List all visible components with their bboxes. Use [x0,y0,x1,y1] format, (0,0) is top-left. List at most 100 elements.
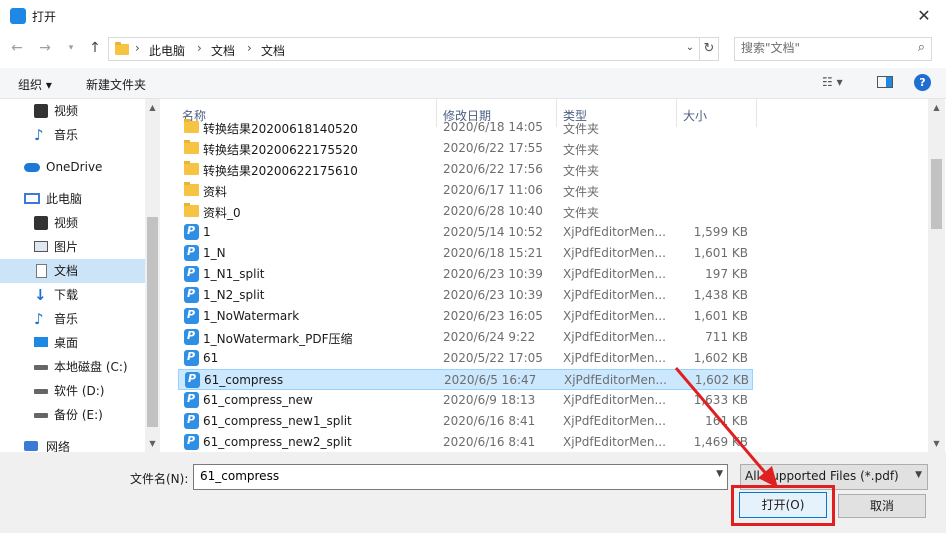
view-options-icon[interactable]: ☷ ▾ [822,75,843,89]
folder-icon [184,203,199,219]
nav-item-videos-quick[interactable]: 视频 [0,99,145,123]
nav-item-this-pc[interactable]: 此电脑 [0,187,145,211]
file-list: ^ 名称 修改日期 类型 大小 转换结果20200618140520 2020/6… [160,99,927,452]
file-row[interactable]: 资料_0 2020/6/28 10:40 文件夹 [178,201,753,222]
file-row[interactable]: 资料 2020/6/17 11:06 文件夹 [178,180,753,201]
nav-item-videos[interactable]: 视频 [0,211,145,235]
preview-pane-icon[interactable] [877,76,893,88]
help-icon[interactable]: ? [914,74,931,91]
folder-icon [115,42,129,55]
scroll-down-arrow-icon[interactable]: ▼ [145,439,160,448]
breadcrumb-documents-sub[interactable]: 文档 [261,42,285,59]
back-arrow-icon[interactable]: ← [8,38,26,58]
search-box[interactable]: ⌕ [734,37,932,61]
file-name: 转换结果20200622175610 [203,164,358,178]
up-arrow-icon[interactable]: ↑ [86,38,104,58]
file-name: 1 [203,225,211,239]
file-list-scrollbar[interactable]: ▲ ▼ [928,99,945,452]
drive-icon [34,413,48,418]
file-type: XjPdfEditorMen... [563,435,666,449]
address-bar[interactable]: › 此电脑 › 文档 › 文档 [108,37,700,61]
file-name: 转换结果20200618140520 [203,122,358,136]
sort-ascending-icon: ^ [302,99,310,106]
annotation-highlight-box [731,485,835,526]
file-row[interactable]: 1_N 2020/6/18 15:21 XjPdfEditorMen... 1,601… [178,243,753,264]
network-icon [24,441,38,451]
file-row[interactable]: 转换结果20200618140520 2020/6/18 14:05 文件夹 [178,117,753,138]
file-row[interactable]: 转换结果20200622175520 2020/6/22 17:55 文件夹 [178,138,753,159]
nav-item-drive-e[interactable]: 备份 (E:) [0,403,145,427]
file-type: 文件夹 [563,164,600,178]
nav-item-documents[interactable]: 文档 [0,259,145,283]
file-row[interactable]: 1_N2_split 2020/6/23 10:39 XjPdfEditorMen.… [178,285,753,306]
nav-item-downloads[interactable]: ↓ 下载 [0,283,145,307]
file-row[interactable]: 61 2020/5/22 17:05 XjPdfEditorMen... 1,602 … [178,348,753,369]
cloud-icon [24,163,40,172]
close-icon[interactable]: ✕ [912,4,936,28]
nav-scrollbar[interactable]: ▲ ▼ [145,99,160,452]
search-icon[interactable]: ⌕ [918,40,925,55]
nav-item-pictures[interactable]: 图片 [0,235,145,259]
cancel-button[interactable]: 取消 [838,494,926,518]
file-row[interactable]: 61_compress_new2_split 2020/6/16 8:41 XjPd… [178,432,753,452]
file-size: 1,469 KB [693,435,748,449]
scroll-down-arrow-icon[interactable]: ▼ [929,439,944,448]
nav-scrollbar-thumb[interactable] [147,217,158,427]
organize-menu[interactable]: 组织 ▾ [18,76,52,93]
nav-item-music-quick[interactable]: ♪ 音乐 [0,123,145,147]
nav-item-desktop[interactable]: 桌面 [0,331,145,355]
file-row[interactable]: 61_compress_new 2020/6/9 18:13 XjPdfEditor… [178,390,753,411]
file-row[interactable]: 转换结果20200622175610 2020/6/22 17:56 文件夹 [178,159,753,180]
file-row[interactable]: 61_compress 2020/6/5 16:47 XjPdfEditorMen.… [178,369,753,390]
chevron-down-icon[interactable]: ▼ [915,470,922,480]
file-date: 2020/5/14 10:52 [443,225,543,239]
nav-item-network[interactable]: 网络 [0,435,145,452]
filename-combobox[interactable]: ▼ [193,464,728,490]
forward-arrow-icon[interactable]: → [36,38,54,58]
column-divider[interactable] [756,99,757,127]
file-row[interactable]: 1_NoWatermark_PDF压缩 2020/6/24 9:22 XjPdfEd… [178,327,753,348]
pdf-file-icon [184,245,199,261]
nav-item-music[interactable]: ♪ 音乐 [0,307,145,331]
search-input[interactable] [735,38,901,58]
file-name: 61 [203,351,219,365]
file-row[interactable]: 1 2020/5/14 10:52 XjPdfEditorMen... 1,599 K… [178,222,753,243]
breadcrumb-separator: › [135,41,140,55]
file-row[interactable]: 1_NoWatermark 2020/6/23 16:05 XjPdfEditorM… [178,306,753,327]
nav-item-drive-d[interactable]: 软件 (D:) [0,379,145,403]
folder-icon [184,140,199,156]
breadcrumb-this-pc[interactable]: 此电脑 [149,42,185,59]
scroll-up-arrow-icon[interactable]: ▲ [929,103,944,112]
file-type: XjPdfEditorMen... [563,246,666,260]
file-row[interactable]: 61_compress_new1_split 2020/6/16 8:41 XjPd… [178,411,753,432]
recent-locations-icon[interactable]: ▾ [62,38,80,58]
file-date: 2020/6/24 9:22 [443,330,536,344]
folder-icon [184,182,199,198]
new-folder-button[interactable]: 新建文件夹 [86,76,146,93]
chevron-down-icon[interactable]: ▼ [716,469,723,479]
chevron-down-icon[interactable]: ⌄ [682,38,698,58]
breadcrumb-documents[interactable]: 文档 [211,42,235,59]
file-date: 2020/6/22 17:56 [443,162,543,176]
file-size: 1,438 KB [693,288,748,302]
nav-item-onedrive[interactable]: OneDrive [0,155,145,179]
navigation-pane: 视频 ♪ 音乐 OneDrive 此电脑 视频 图片 文档 ↓ 下载 ♪ 音乐 … [0,99,145,452]
file-date: 2020/6/18 14:05 [443,120,543,134]
nav-item-drive-c[interactable]: 本地磁盘 (C:) [0,355,145,379]
scroll-up-arrow-icon[interactable]: ▲ [145,103,160,112]
file-name: 61_compress [204,373,284,387]
file-name: 1_N [203,246,226,260]
app-logo-icon [10,8,26,24]
file-type: 文件夹 [563,206,600,220]
file-row[interactable]: 1_N1_split 2020/6/23 10:39 XjPdfEditorMen.… [178,264,753,285]
pdf-file-icon [184,434,199,450]
file-type: XjPdfEditorMen... [563,393,666,407]
refresh-icon[interactable]: ↻ [700,37,719,61]
file-type: XjPdfEditorMen... [563,309,666,323]
file-list-scrollbar-thumb[interactable] [931,159,942,229]
filename-input[interactable] [194,465,706,487]
file-date: 2020/6/23 10:39 [443,267,543,281]
file-name: 61_compress_new [203,393,313,407]
music-icon: ♪ [34,310,44,328]
pdf-file-icon [184,329,199,345]
